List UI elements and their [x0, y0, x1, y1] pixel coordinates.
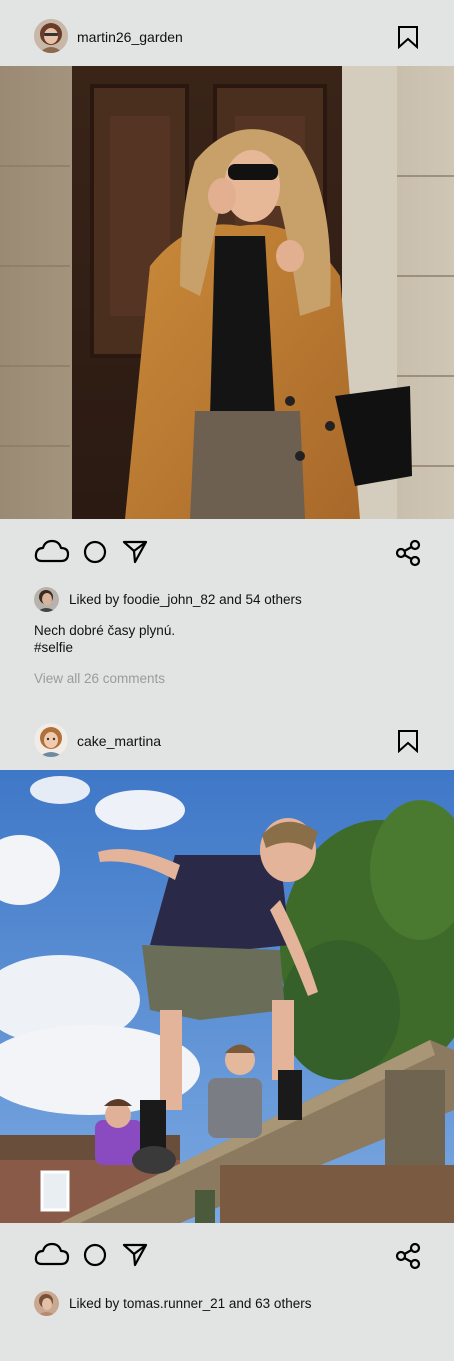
liked-by-suffix[interactable]: and 63 others	[229, 1296, 312, 1311]
bookmark-icon[interactable]	[396, 729, 420, 754]
caption-text: Nech dobré časy plynú.	[34, 623, 176, 638]
post-actions	[0, 533, 454, 573]
post-header: martin26_garden	[0, 3, 454, 69]
post-actions	[0, 1236, 454, 1276]
liked-by-suffix[interactable]: and 54 others	[219, 592, 302, 607]
cloud-icon[interactable]	[34, 533, 70, 574]
circle-icon[interactable]	[82, 1242, 108, 1273]
likes-row: Liked by foodie_john_82 and 54 others	[34, 587, 302, 612]
share-icon[interactable]	[394, 1242, 422, 1275]
post-photo[interactable]	[0, 66, 454, 519]
liked-by-user[interactable]: tomas.runner_21	[123, 1296, 225, 1311]
cloud-icon[interactable]	[34, 1236, 70, 1277]
liker-avatar[interactable]	[34, 587, 59, 612]
share-icon[interactable]	[394, 539, 422, 572]
caption-hashtag[interactable]: #selfie	[34, 639, 175, 656]
likes-row: Liked by tomas.runner_21 and 63 others	[34, 1291, 311, 1316]
liked-by-user[interactable]: foodie_john_82	[123, 592, 215, 607]
post-username[interactable]: cake_martina	[77, 733, 161, 749]
post-header: cake_martina	[0, 707, 454, 773]
send-icon[interactable]	[122, 540, 148, 569]
liked-by-prefix: Liked by	[69, 592, 120, 607]
send-icon[interactable]	[122, 1243, 148, 1272]
post-caption: Nech dobré časy plynú. #selfie	[34, 622, 175, 656]
post-username[interactable]: martin26_garden	[77, 29, 183, 45]
circle-icon[interactable]	[82, 539, 108, 570]
avatar[interactable]	[34, 723, 68, 757]
bookmark-icon[interactable]	[396, 25, 420, 50]
liked-by-prefix: Liked by	[69, 1296, 120, 1311]
avatar[interactable]	[34, 19, 68, 53]
liker-avatar[interactable]	[34, 1291, 59, 1316]
post-photo[interactable]	[0, 770, 454, 1223]
view-comments-link[interactable]: View all 26 comments	[34, 671, 165, 686]
